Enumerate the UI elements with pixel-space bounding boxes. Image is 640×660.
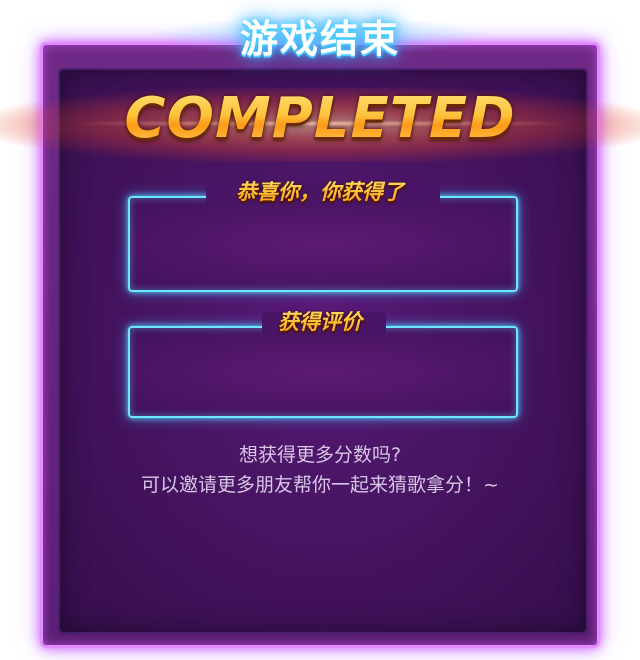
game-over-title: 游戏结束 [239, 17, 400, 61]
reward-label-text: 恭喜你，你获得了 [230, 176, 410, 206]
prompt-invite: 可以邀请更多朋友帮你一起来猜歌拿分！~ [141, 474, 499, 496]
completed-heading: COMPLETED [0, 86, 640, 151]
rating-box [128, 326, 518, 418]
reward-section-label: 恭喜你，你获得了 [0, 176, 640, 206]
reward-box [128, 196, 518, 292]
rating-label-text: 获得评价 [272, 306, 368, 336]
rating-section-label: 获得评价 [0, 306, 640, 336]
prompt-question: 想获得更多分数吗? [238, 444, 402, 466]
